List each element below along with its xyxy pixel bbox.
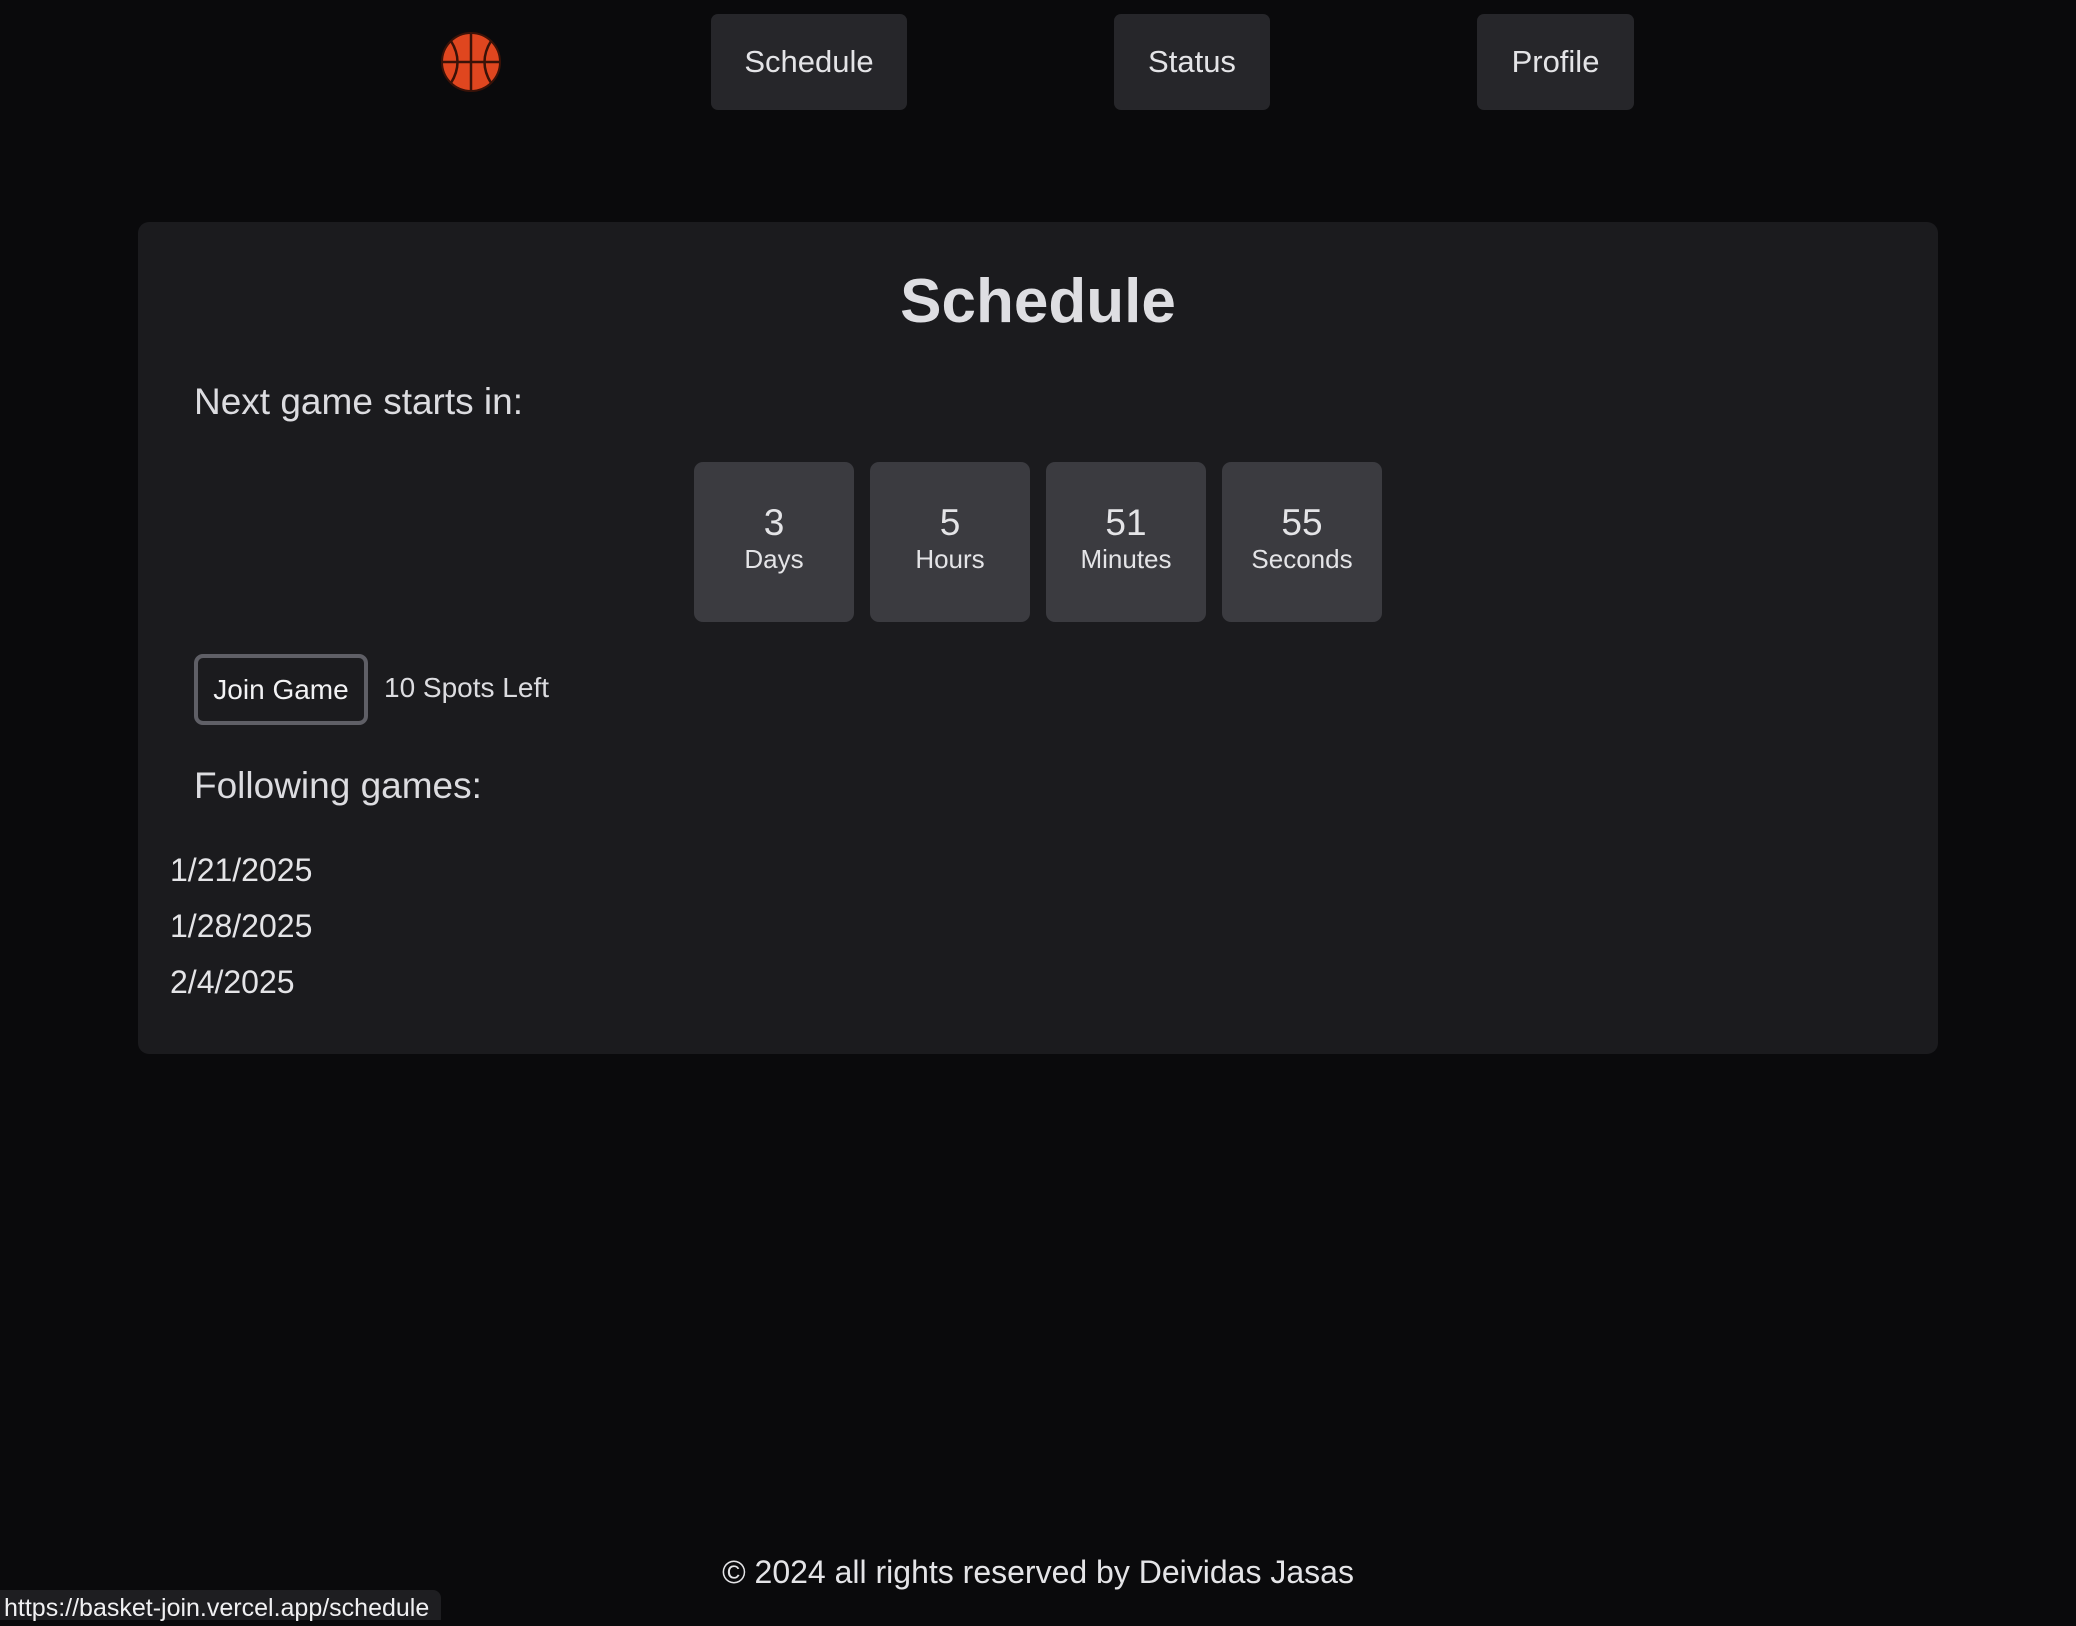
countdown-seconds-unit: Seconds <box>1251 544 1353 574</box>
nav-schedule-button[interactable]: Schedule <box>711 14 907 110</box>
footer-copyright: © 2024 all rights reserved by Deividas J… <box>722 1554 1354 1590</box>
countdown-minutes-value: 51 <box>1105 502 1147 543</box>
countdown-days: 3 Days <box>694 462 854 622</box>
schedule-card <box>138 222 1938 1054</box>
nav-profile-button[interactable]: Profile <box>1477 14 1634 110</box>
next-game-label: Next game starts in: <box>194 381 524 422</box>
countdown-seconds: 55 Seconds <box>1222 462 1382 622</box>
countdown-minutes-unit: Minutes <box>1080 544 1172 574</box>
spots-left-text: 10 Spots Left <box>384 672 550 703</box>
nav-status-button[interactable]: Status <box>1114 14 1270 110</box>
list-item: 1/28/2025 <box>170 908 313 944</box>
countdown-hours: 5 Hours <box>870 462 1030 622</box>
following-games-list: 1/21/2025 1/28/2025 2/4/2025 <box>170 850 312 1018</box>
join-game-button[interactable]: Join Game <box>194 654 368 725</box>
list-item: 2/4/2025 <box>170 964 295 1000</box>
browser-status-url: https://basket-join.vercel.app/schedule <box>0 1590 442 1622</box>
top-navigation: Schedule Status Profile <box>0 14 2076 110</box>
following-games-label: Following games: <box>194 765 482 806</box>
countdown-hours-value: 5 <box>939 502 961 543</box>
countdown-days-unit: Days <box>744 544 804 574</box>
countdown-days-value: 3 <box>763 502 785 543</box>
countdown-seconds-value: 55 <box>1281 502 1323 543</box>
countdown-hours-unit: Hours <box>915 544 985 574</box>
list-item: 1/21/2025 <box>170 852 313 888</box>
basketball-icon[interactable] <box>440 31 502 93</box>
page-title: Schedule <box>900 267 1176 336</box>
countdown-minutes: 51 Minutes <box>1046 462 1206 622</box>
